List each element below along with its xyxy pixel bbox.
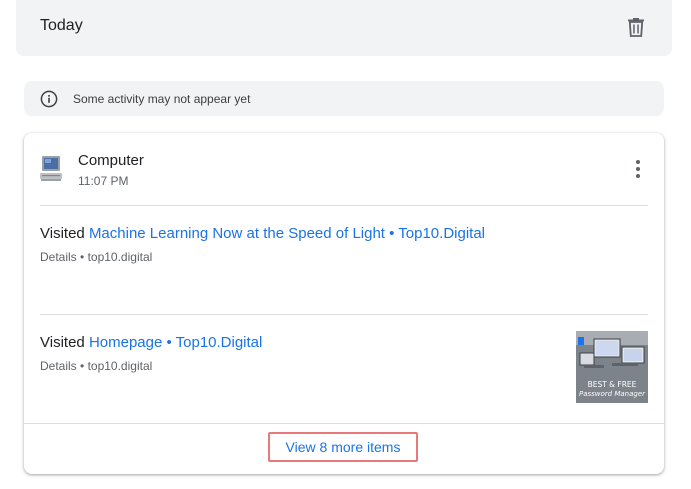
computer-icon	[40, 156, 62, 181]
divider	[40, 205, 648, 206]
view-more-items-button[interactable]: View 8 more items	[268, 432, 418, 462]
device-name: Computer	[78, 152, 144, 169]
page-thumbnail[interactable]: BEST & FREE Password Manager	[576, 331, 648, 403]
my-activity-page: Today Some activity may not appear yet C…	[0, 0, 691, 489]
visited-page-link[interactable]: Homepage • Top10.Digital	[89, 334, 262, 351]
meta-separator: •	[76, 359, 88, 373]
info-icon	[40, 90, 58, 108]
item-domain: top10.digital	[87, 250, 153, 264]
activity-card: Computer 11:07 PM Visited Machine Learni…	[24, 133, 664, 474]
meta-separator: •	[76, 250, 88, 264]
divider	[24, 423, 664, 424]
activity-item-title: Visited Homepage • Top10.Digital	[40, 334, 262, 351]
thumbnail-line-2: Password Manager	[579, 390, 646, 398]
activity-notice: Some activity may not appear yet	[24, 81, 664, 116]
item-domain: top10.digital	[87, 359, 153, 373]
activity-time: 11:07 PM	[78, 174, 129, 188]
thumbnail-line-1: BEST & FREE	[588, 380, 637, 389]
trash-icon	[628, 18, 644, 37]
day-header: Today	[16, 0, 672, 56]
notice-text: Some activity may not appear yet	[73, 92, 251, 106]
day-title: Today	[40, 17, 83, 34]
divider	[40, 314, 648, 315]
activity-item-title: Visited Machine Learning Now at the Spee…	[40, 225, 485, 242]
more-options-button[interactable]	[630, 157, 646, 181]
activity-item-meta: Details • top10.digital	[40, 359, 152, 373]
details-link[interactable]: Details	[40, 359, 77, 373]
more-vert-icon	[636, 160, 640, 164]
visited-prefix: Visited	[40, 225, 85, 242]
details-link[interactable]: Details	[40, 250, 77, 264]
delete-day-button[interactable]	[624, 14, 648, 40]
visited-prefix: Visited	[40, 334, 85, 351]
activity-item-meta: Details • top10.digital	[40, 250, 152, 264]
visited-page-link[interactable]: Machine Learning Now at the Speed of Lig…	[89, 225, 485, 242]
